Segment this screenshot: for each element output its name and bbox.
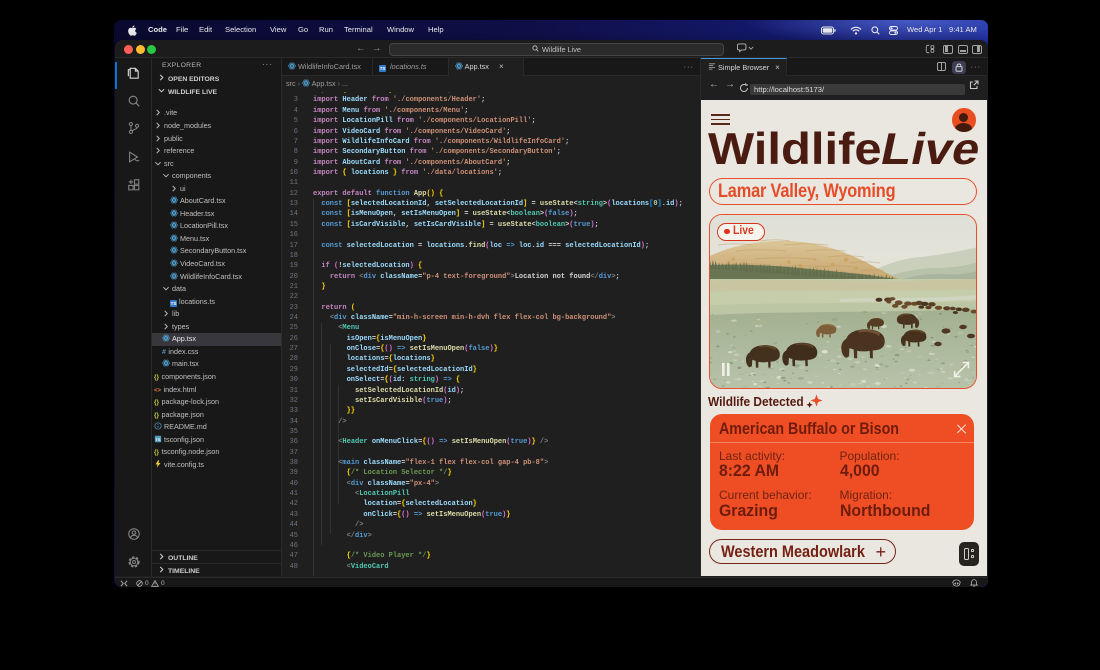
svg-text:TS: TS: [155, 437, 160, 442]
